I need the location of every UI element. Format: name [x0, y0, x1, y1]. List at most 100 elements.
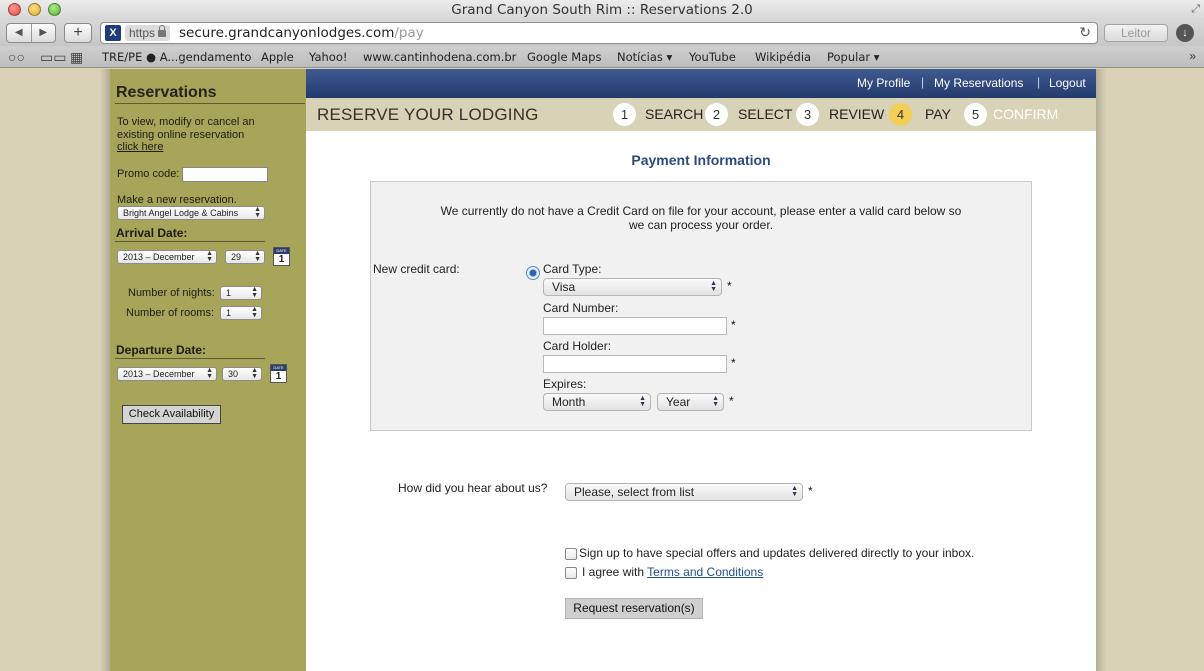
signup-offers-checkbox[interactable] [565, 548, 577, 560]
step-2-label: SELECT [738, 106, 793, 122]
step-2-circle: 2 [705, 103, 728, 126]
step-1-circle: 1 [613, 103, 636, 126]
arrival-calendar-icon[interactable]: DATE 1 [273, 247, 290, 266]
select-arrows-icon: ▲ ▼ [206, 250, 213, 263]
bookmark-item[interactable]: Yahoo! [309, 49, 347, 65]
step-5-circle: 5 [964, 103, 987, 126]
my-profile-link[interactable]: My Profile [857, 76, 910, 90]
request-reservation-button[interactable]: Request reservation(s) [565, 598, 703, 619]
address-bar[interactable]: X https secure.grandcanyonlodges.com/pay… [100, 22, 1098, 44]
departure-month-select[interactable]: 2013 – December ▲ ▼ [117, 367, 217, 381]
arrival-divider [115, 241, 265, 242]
agree-prefix-text: I agree with [582, 565, 645, 579]
new-reservation-label: Make a new reservation. [117, 194, 237, 206]
back-arrow-icon[interactable]: ◀ [7, 24, 31, 42]
nights-select[interactable]: 1 ▲ ▼ [220, 286, 262, 300]
select-arrows-icon: ▲ ▼ [254, 206, 261, 219]
expires-label: Expires: [543, 377, 587, 391]
window-title: Grand Canyon South Rim :: Reservations 2… [451, 2, 753, 18]
add-tab-button[interactable]: + [64, 23, 92, 43]
bookmarks-overflow-icon[interactable]: » [1189, 49, 1196, 63]
check-availability-button[interactable]: Check Availability [122, 405, 221, 424]
card-number-input[interactable] [543, 317, 727, 335]
arrival-month-value: 2013 – December [123, 252, 195, 262]
logout-link[interactable]: Logout [1049, 76, 1086, 90]
step-4-label: PAY [925, 106, 951, 122]
step-5-label: CONFIRM [993, 106, 1059, 122]
departure-day-value: 30 [228, 369, 239, 379]
departure-day-select[interactable]: 30 ▲ ▼ [222, 367, 262, 381]
card-holder-label: Card Holder: [543, 339, 612, 353]
url-text[interactable]: secure.grandcanyonlodges.com/pay [179, 23, 424, 43]
url-path: /pay [394, 25, 424, 41]
reader-button[interactable]: Leitor [1104, 24, 1168, 42]
card-holder-input[interactable] [543, 355, 727, 373]
select-arrows-icon: ▲ ▼ [251, 306, 258, 319]
reservations-sidebar: Reservations To view, modify or cancel a… [110, 69, 306, 671]
hear-about-us-value: Please, select from list [574, 485, 695, 499]
expiry-year-select[interactable]: Year ▲ ▼ [657, 393, 724, 411]
zoom-window-icon[interactable] [48, 3, 61, 16]
account-nav: My Profile | My Reservations | Logout [306, 69, 1096, 98]
bookmark-item[interactable]: Wikipédia [755, 49, 811, 65]
nav-separator: | [1037, 75, 1041, 89]
bookmark-item[interactable]: Apple [261, 49, 294, 65]
new-credit-card-radio[interactable] [526, 266, 540, 280]
bookmark-item[interactable]: Popular ▾ [827, 49, 880, 65]
card-type-label: Card Type: [543, 262, 602, 276]
url-scheme: https [129, 26, 156, 40]
bookmarks-book-icon[interactable]: ▭▭ [40, 48, 66, 66]
promo-code-input[interactable] [182, 167, 268, 182]
calendar-icon-number: 1 [278, 254, 285, 265]
required-mark: * [731, 318, 736, 332]
fullscreen-icon[interactable]: ⤢ [1191, 3, 1200, 16]
promo-code-label: Promo code: [117, 168, 180, 180]
click-here-link[interactable]: click here [117, 141, 163, 153]
page-shadow-left [100, 69, 110, 671]
nights-value: 1 [226, 288, 232, 298]
main-content: My Profile | My Reservations | Logout RE… [306, 69, 1096, 671]
https-badge: https [125, 25, 171, 41]
forward-arrow-icon[interactable]: ▶ [30, 24, 56, 42]
nights-label: Number of nights: [128, 287, 215, 299]
required-mark: * [729, 394, 734, 408]
arrival-day-select[interactable]: 29 ▲ ▼ [225, 250, 265, 264]
window-titlebar: Grand Canyon South Rim :: Reservations 2… [0, 0, 1204, 20]
lodge-select[interactable]: Bright Angel Lodge & Cabins ▲ ▼ [117, 206, 265, 220]
agree-terms-checkbox[interactable] [565, 567, 577, 579]
credit-card-message: We currently do not have a Credit Card o… [371, 204, 1031, 232]
bookmark-item[interactable]: TRE/PE ● A...gendamento [102, 49, 251, 65]
bookmark-item[interactable]: YouTube [689, 49, 736, 65]
credit-card-panel: We currently do not have a Credit Card o… [370, 181, 1032, 431]
downloads-icon[interactable]: ↓ [1176, 24, 1194, 42]
required-mark: * [731, 356, 736, 370]
departure-date-heading: Departure Date: [116, 343, 207, 357]
bookmark-item[interactable]: Google Maps [527, 49, 601, 65]
minimize-window-icon[interactable] [28, 3, 41, 16]
bookmark-item[interactable]: Notícias ▾ [617, 49, 672, 65]
card-type-value: Visa [552, 280, 576, 294]
reload-icon[interactable]: ↻ [1079, 24, 1091, 41]
close-window-icon[interactable] [8, 3, 21, 16]
url-host: secure.grandcanyonlodges.com [179, 25, 395, 41]
agree-terms-label: I agree with Terms and Conditions [582, 565, 763, 579]
expiry-year-value: Year [666, 395, 691, 409]
bookmark-item[interactable]: www.cantinhodena.com.br [363, 49, 516, 65]
arrival-date-heading: Arrival Date: [116, 226, 188, 240]
my-reservations-link[interactable]: My Reservations [934, 76, 1023, 90]
rooms-select[interactable]: 1 ▲ ▼ [220, 306, 262, 320]
select-arrows-icon: ▲ ▼ [639, 395, 646, 408]
site-favicon-icon: X [105, 25, 121, 41]
top-sites-grid-icon[interactable]: ▦ [70, 48, 83, 66]
expiry-month-select[interactable]: Month ▲ ▼ [543, 393, 651, 411]
rooms-label: Number of rooms: [126, 307, 215, 319]
select-arrows-icon: ▲ ▼ [251, 286, 258, 299]
arrival-month-select[interactable]: 2013 – December ▲ ▼ [117, 250, 217, 264]
terms-and-conditions-link[interactable]: Terms and Conditions [647, 565, 763, 579]
hear-about-us-select[interactable]: Please, select from list ▲ ▼ [565, 483, 803, 501]
select-arrows-icon: ▲ ▼ [712, 395, 719, 408]
reading-list-icon[interactable]: ○○ [8, 48, 25, 66]
card-type-select[interactable]: Visa ▲ ▼ [543, 278, 722, 296]
departure-month-value: 2013 – December [123, 369, 195, 379]
departure-calendar-icon[interactable]: DATE 1 [270, 364, 287, 383]
